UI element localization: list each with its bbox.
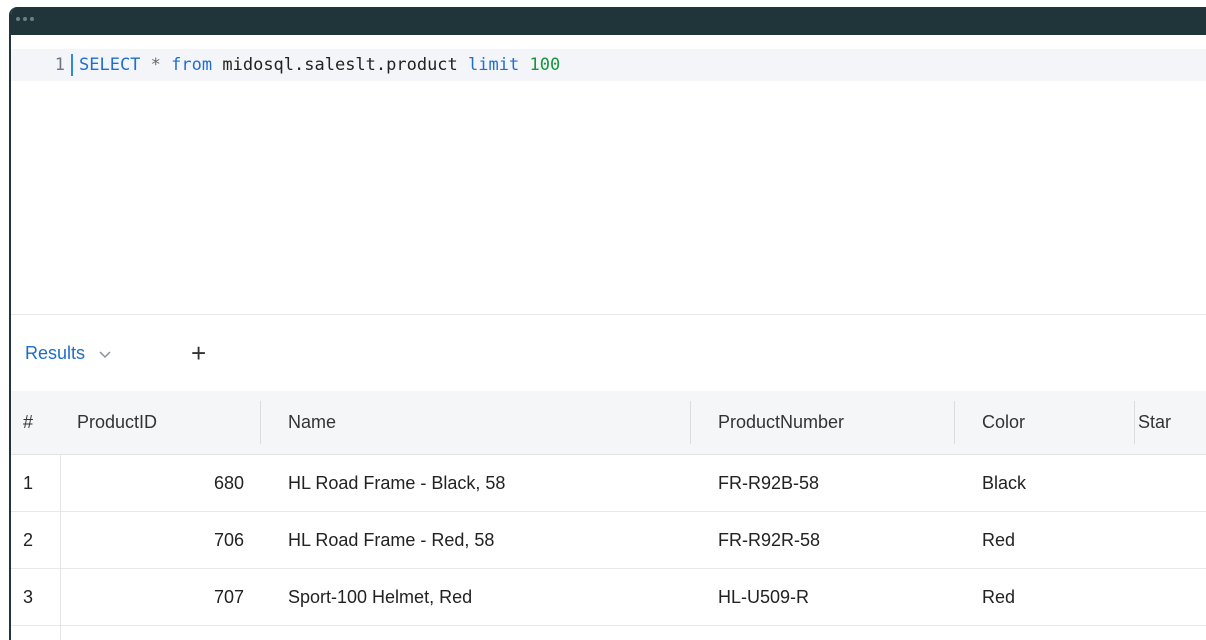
code-line-1[interactable]: 1 SELECT * from midosql.saleslt.product … xyxy=(11,49,1206,81)
cell-name[interactable]: Sport-100 Helmet, Red xyxy=(260,569,690,625)
query-editor[interactable]: 1 SELECT * from midosql.saleslt.product … xyxy=(11,35,1206,315)
column-header-standardcost[interactable]: Star xyxy=(1134,391,1206,454)
keyword-from: from xyxy=(171,55,213,75)
operator-star: * xyxy=(150,55,161,75)
tab-results-label: Results xyxy=(25,343,86,363)
chevron-down-icon[interactable] xyxy=(99,346,111,362)
results-table: # ProductID Name ProductNumber Color Sta… xyxy=(11,391,1206,640)
cell-name[interactable]: HL Road Frame - Red, 58 xyxy=(260,512,690,568)
column-header-color[interactable]: Color xyxy=(954,391,1134,454)
table-header-row: # ProductID Name ProductNumber Color Sta… xyxy=(11,391,1206,455)
window-dots-icon[interactable] xyxy=(16,17,34,21)
table-row-partial xyxy=(11,626,1206,640)
cell-productid[interactable]: 706 xyxy=(61,512,260,568)
cell-productnumber[interactable]: FR-R92B-58 xyxy=(690,455,954,511)
cell-productnumber[interactable]: HL-U509-R xyxy=(690,569,954,625)
limit-value: 100 xyxy=(529,55,561,75)
column-header-name[interactable]: Name xyxy=(260,391,690,454)
title-bar xyxy=(11,7,1206,35)
query-text[interactable]: SELECT * from midosql.saleslt.product li… xyxy=(73,49,560,81)
results-toolbar: Results + xyxy=(11,315,1206,392)
row-index: 2 xyxy=(11,512,61,568)
plus-icon[interactable]: + xyxy=(191,337,206,369)
cell-color[interactable]: Red xyxy=(954,569,1134,625)
cell-productid[interactable]: 680 xyxy=(61,455,260,511)
tab-results[interactable]: Results xyxy=(25,343,111,364)
cell-color[interactable]: Black xyxy=(954,455,1134,511)
line-number: 1 xyxy=(11,54,73,76)
table-row[interactable]: 1 680 HL Road Frame - Black, 58 FR-R92B-… xyxy=(11,455,1206,512)
cell-productnumber[interactable]: FR-R92R-58 xyxy=(690,512,954,568)
keyword-limit: limit xyxy=(468,55,520,75)
row-index: 1 xyxy=(11,455,61,511)
column-header-productid[interactable]: ProductID xyxy=(61,391,260,454)
table-row[interactable]: 3 707 Sport-100 Helmet, Red HL-U509-R Re… xyxy=(11,569,1206,626)
row-index-empty xyxy=(11,626,61,640)
column-header-index[interactable]: # xyxy=(11,391,61,454)
table-identifier: midosql.saleslt.product xyxy=(222,55,458,75)
cell-color[interactable]: Red xyxy=(954,512,1134,568)
keyword-select: SELECT xyxy=(79,55,141,75)
cell-name[interactable]: HL Road Frame - Black, 58 xyxy=(260,455,690,511)
column-header-productnumber[interactable]: ProductNumber xyxy=(690,391,954,454)
cell-productid[interactable]: 707 xyxy=(61,569,260,625)
sql-editor-window: 1 SELECT * from midosql.saleslt.product … xyxy=(9,7,1206,640)
row-index: 3 xyxy=(11,569,61,625)
table-row[interactable]: 2 706 HL Road Frame - Red, 58 FR-R92R-58… xyxy=(11,512,1206,569)
